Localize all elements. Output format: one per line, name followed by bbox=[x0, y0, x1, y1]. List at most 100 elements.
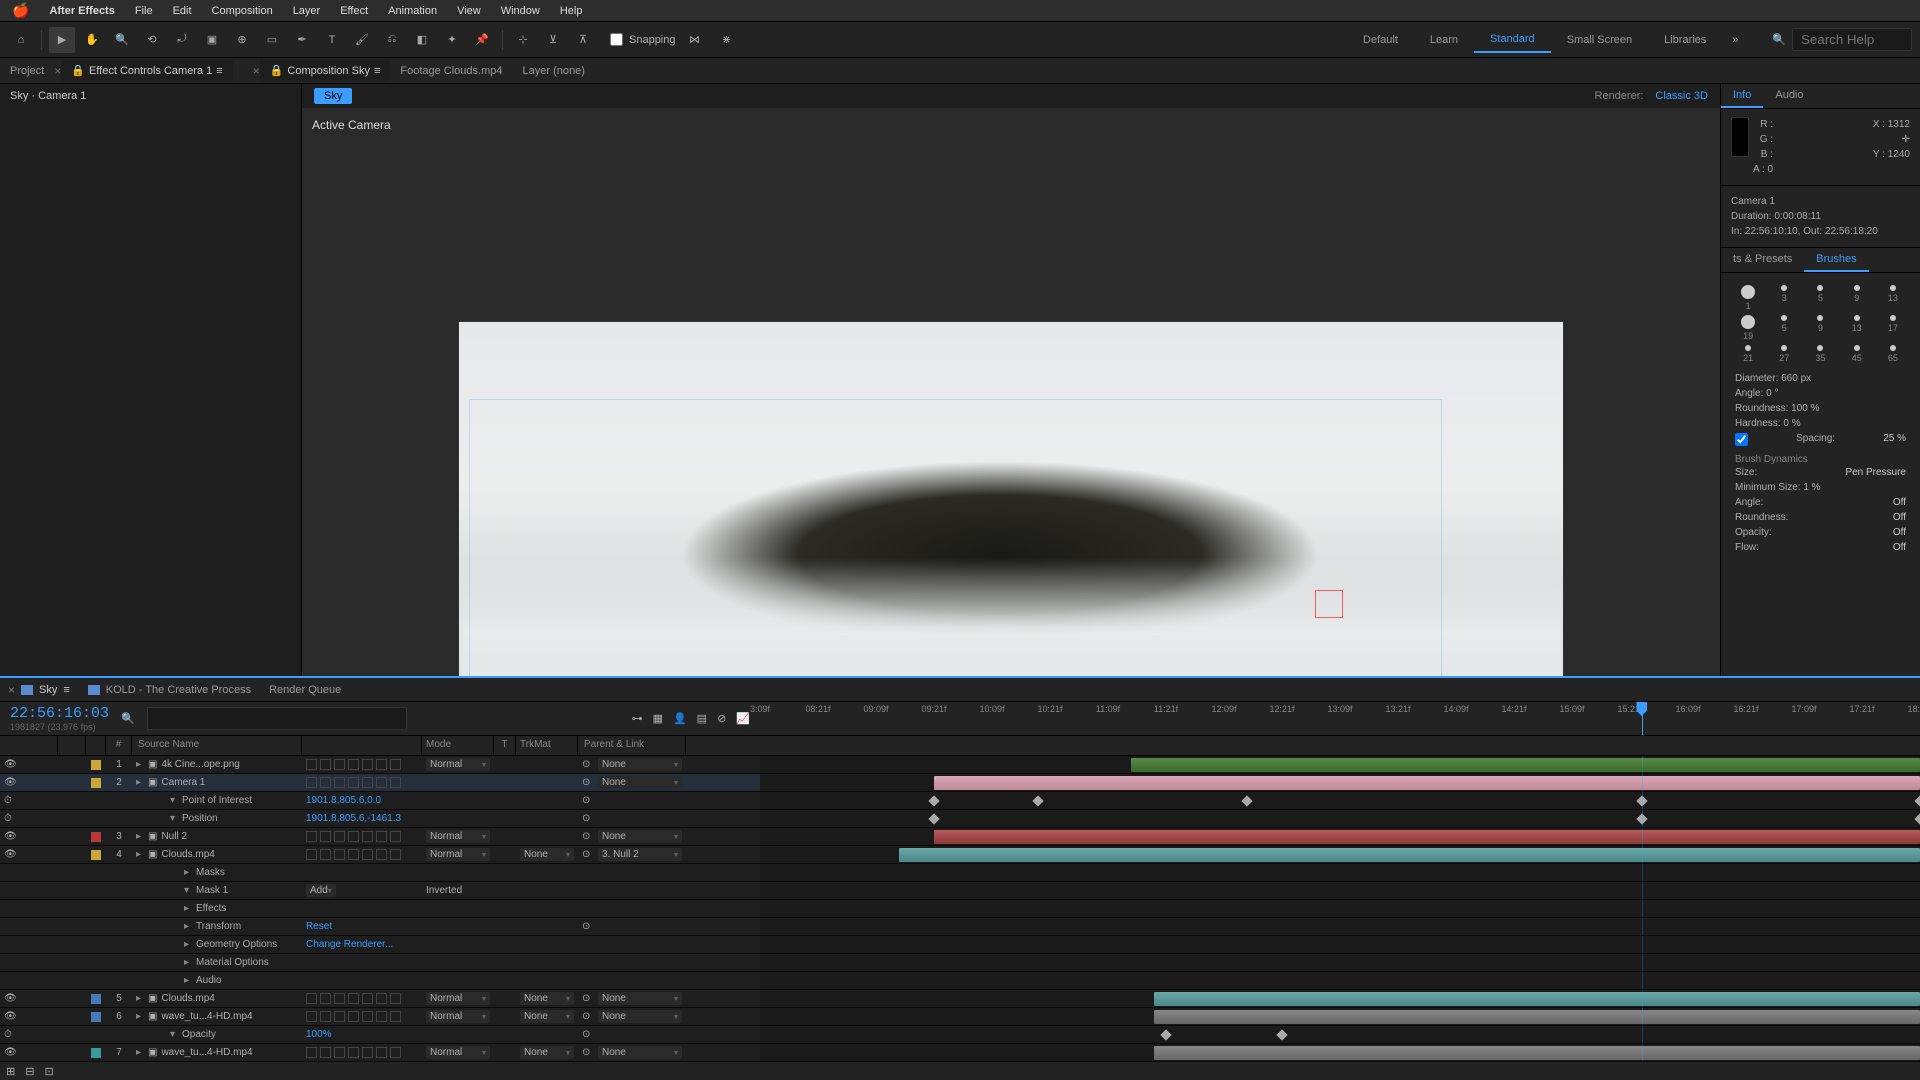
brush-spacing-value[interactable]: 25 % bbox=[1883, 433, 1906, 446]
track-row[interactable] bbox=[760, 900, 1920, 918]
comp-mini-flowchart-icon[interactable]: ⊶ bbox=[632, 712, 643, 725]
axis-world-icon[interactable]: ⊻ bbox=[540, 27, 566, 53]
layer-name[interactable]: Clouds.mp4 bbox=[161, 849, 214, 860]
twirl-icon[interactable]: ▸ bbox=[136, 849, 144, 860]
property-value[interactable]: 1901.8,805.6,0.0 bbox=[306, 795, 381, 806]
timeline-tab-render-queue[interactable]: Render Queue bbox=[269, 684, 341, 696]
close-icon[interactable]: × bbox=[8, 683, 15, 697]
brush-opacity-value[interactable]: Off bbox=[1893, 527, 1906, 538]
brush-preset[interactable]: 13 bbox=[1876, 283, 1910, 311]
track-row[interactable] bbox=[760, 774, 1920, 792]
twirl-icon[interactable]: ▸ bbox=[136, 1011, 144, 1022]
col-num[interactable]: # bbox=[106, 736, 132, 755]
col-parent[interactable]: Parent & Link bbox=[578, 736, 686, 755]
layer-row[interactable]: 👁2▸▣Camera 1⊙None▾ bbox=[0, 774, 760, 792]
tab-project[interactable]: Project bbox=[0, 61, 54, 81]
parent-select[interactable]: None▾ bbox=[598, 830, 682, 843]
panel-menu-icon[interactable]: ≡ bbox=[374, 65, 380, 77]
tab-audio[interactable]: Audio bbox=[1763, 84, 1815, 108]
brush-preset[interactable]: 5 bbox=[1767, 313, 1801, 341]
brush-preset[interactable]: 5 bbox=[1803, 283, 1837, 311]
layer-row[interactable]: 👁3▸▣Null 2Normal▾⊙None▾ bbox=[0, 828, 760, 846]
blend-mode-select[interactable]: Normal▾ bbox=[426, 1046, 490, 1059]
trkmat-select[interactable]: None▾ bbox=[520, 1046, 574, 1059]
pickwhip-icon[interactable]: ⊙ bbox=[582, 795, 594, 807]
hand-tool-icon[interactable]: ✋ bbox=[79, 27, 105, 53]
brush-minsize[interactable]: Minimum Size: 1 % bbox=[1735, 482, 1821, 493]
layer-bar[interactable] bbox=[1131, 758, 1920, 772]
brush-preset[interactable]: 21 bbox=[1731, 343, 1765, 363]
workspace-default[interactable]: Default bbox=[1347, 28, 1414, 52]
layer-row[interactable]: ▸Masks bbox=[0, 864, 760, 882]
layer-bar[interactable] bbox=[934, 776, 1920, 790]
stopwatch-icon[interactable]: ⏱ bbox=[4, 813, 12, 824]
close-icon[interactable]: × bbox=[253, 64, 260, 78]
track-row[interactable] bbox=[760, 810, 1920, 828]
workspace-learn[interactable]: Learn bbox=[1414, 28, 1474, 52]
keyframe-icon[interactable] bbox=[1914, 813, 1920, 824]
brush-angle2-value[interactable]: Off bbox=[1893, 497, 1906, 508]
snapping-checkbox[interactable] bbox=[610, 33, 623, 46]
layer-bar[interactable] bbox=[934, 830, 1920, 844]
trkmat-select[interactable]: None▾ bbox=[520, 992, 574, 1005]
menu-layer[interactable]: Layer bbox=[293, 5, 321, 17]
menu-file[interactable]: File bbox=[135, 5, 153, 17]
menu-composition[interactable]: Composition bbox=[212, 5, 273, 17]
pickwhip-icon[interactable]: ⊙ bbox=[582, 993, 594, 1005]
twirl-icon[interactable]: ▸ bbox=[136, 759, 144, 770]
inverted-label[interactable]: Inverted bbox=[426, 885, 462, 896]
col-t[interactable]: T bbox=[494, 736, 516, 755]
twirl-icon[interactable]: ▸ bbox=[184, 921, 192, 932]
graph-editor-icon[interactable]: 📈 bbox=[736, 712, 750, 725]
keyframe-icon[interactable] bbox=[928, 813, 939, 824]
layer-row[interactable]: 👁7▸▣wave_tu...4-HD.mp4Normal▾None▾⊙None▾ bbox=[0, 1044, 760, 1062]
stopwatch-icon[interactable]: ⏱ bbox=[4, 1029, 12, 1040]
parent-select[interactable]: None▾ bbox=[598, 1046, 682, 1059]
twirl-icon[interactable]: ▸ bbox=[184, 903, 192, 914]
menu-animation[interactable]: Animation bbox=[388, 5, 437, 17]
track-row[interactable] bbox=[760, 1026, 1920, 1044]
layer-row[interactable]: 👁6▸▣wave_tu...4-HD.mp4Normal▾None▾⊙None▾ bbox=[0, 1008, 760, 1026]
snap-opt1-icon[interactable]: ⋈ bbox=[682, 27, 708, 53]
layer-name[interactable]: Clouds.mp4 bbox=[161, 993, 214, 1004]
track-row[interactable] bbox=[760, 1008, 1920, 1026]
layer-row[interactable]: ⏱▾Opacity100%⊙ bbox=[0, 1026, 760, 1044]
track-area[interactable] bbox=[760, 756, 1920, 1062]
timeline-tab-sky[interactable]: × Sky ≡ bbox=[8, 683, 70, 697]
label-color[interactable] bbox=[91, 760, 101, 770]
brush-preset[interactable]: 13 bbox=[1840, 313, 1874, 341]
layer-bar[interactable] bbox=[1154, 992, 1920, 1006]
panel-menu-icon[interactable]: ≡ bbox=[63, 684, 69, 696]
workspace-libraries[interactable]: Libraries bbox=[1648, 28, 1722, 52]
trkmat-select[interactable]: None▾ bbox=[520, 848, 574, 861]
track-row[interactable] bbox=[760, 972, 1920, 990]
brush-preset[interactable]: 45 bbox=[1840, 343, 1874, 363]
twirl-icon[interactable]: ▸ bbox=[184, 957, 192, 968]
search-help-input[interactable] bbox=[1792, 28, 1912, 51]
property-value[interactable]: 1901.8,805.6,-1461.3 bbox=[306, 813, 401, 824]
visibility-icon[interactable]: 👁 bbox=[4, 777, 17, 788]
flowchart-chip[interactable]: Sky bbox=[314, 88, 352, 104]
tab-layer[interactable]: Layer (none) bbox=[513, 61, 595, 81]
twirl-icon[interactable]: ▸ bbox=[136, 993, 144, 1004]
tab-footage[interactable]: Footage Clouds.mp4 bbox=[390, 61, 512, 81]
brush-tool-icon[interactable]: 🖌 bbox=[349, 27, 375, 53]
track-row[interactable] bbox=[760, 1044, 1920, 1062]
pickwhip-icon[interactable]: ⊙ bbox=[582, 1011, 594, 1023]
pickwhip-icon[interactable]: ⊙ bbox=[582, 813, 594, 825]
twirl-icon[interactable]: ▾ bbox=[170, 813, 178, 824]
close-icon[interactable]: × bbox=[54, 64, 61, 78]
keyframe-icon[interactable] bbox=[1242, 795, 1253, 806]
twirl-icon[interactable]: ▸ bbox=[136, 777, 144, 788]
type-tool-icon[interactable]: T bbox=[319, 27, 345, 53]
axis-local-icon[interactable]: ⊹ bbox=[510, 27, 536, 53]
layer-name[interactable]: wave_tu...4-HD.mp4 bbox=[161, 1011, 252, 1022]
tab-brushes[interactable]: Brushes bbox=[1804, 248, 1868, 272]
tab-composition[interactable]: 🔒 Composition Sky ≡ bbox=[260, 60, 391, 81]
label-color[interactable] bbox=[91, 994, 101, 1004]
pickwhip-icon[interactable]: ⊙ bbox=[582, 777, 594, 789]
brush-diameter[interactable]: Diameter: 660 px bbox=[1735, 373, 1811, 384]
keyframe-icon[interactable] bbox=[1276, 1029, 1287, 1040]
track-row[interactable] bbox=[760, 954, 1920, 972]
toggle-switch-icon[interactable]: ⊞ bbox=[6, 1065, 15, 1078]
